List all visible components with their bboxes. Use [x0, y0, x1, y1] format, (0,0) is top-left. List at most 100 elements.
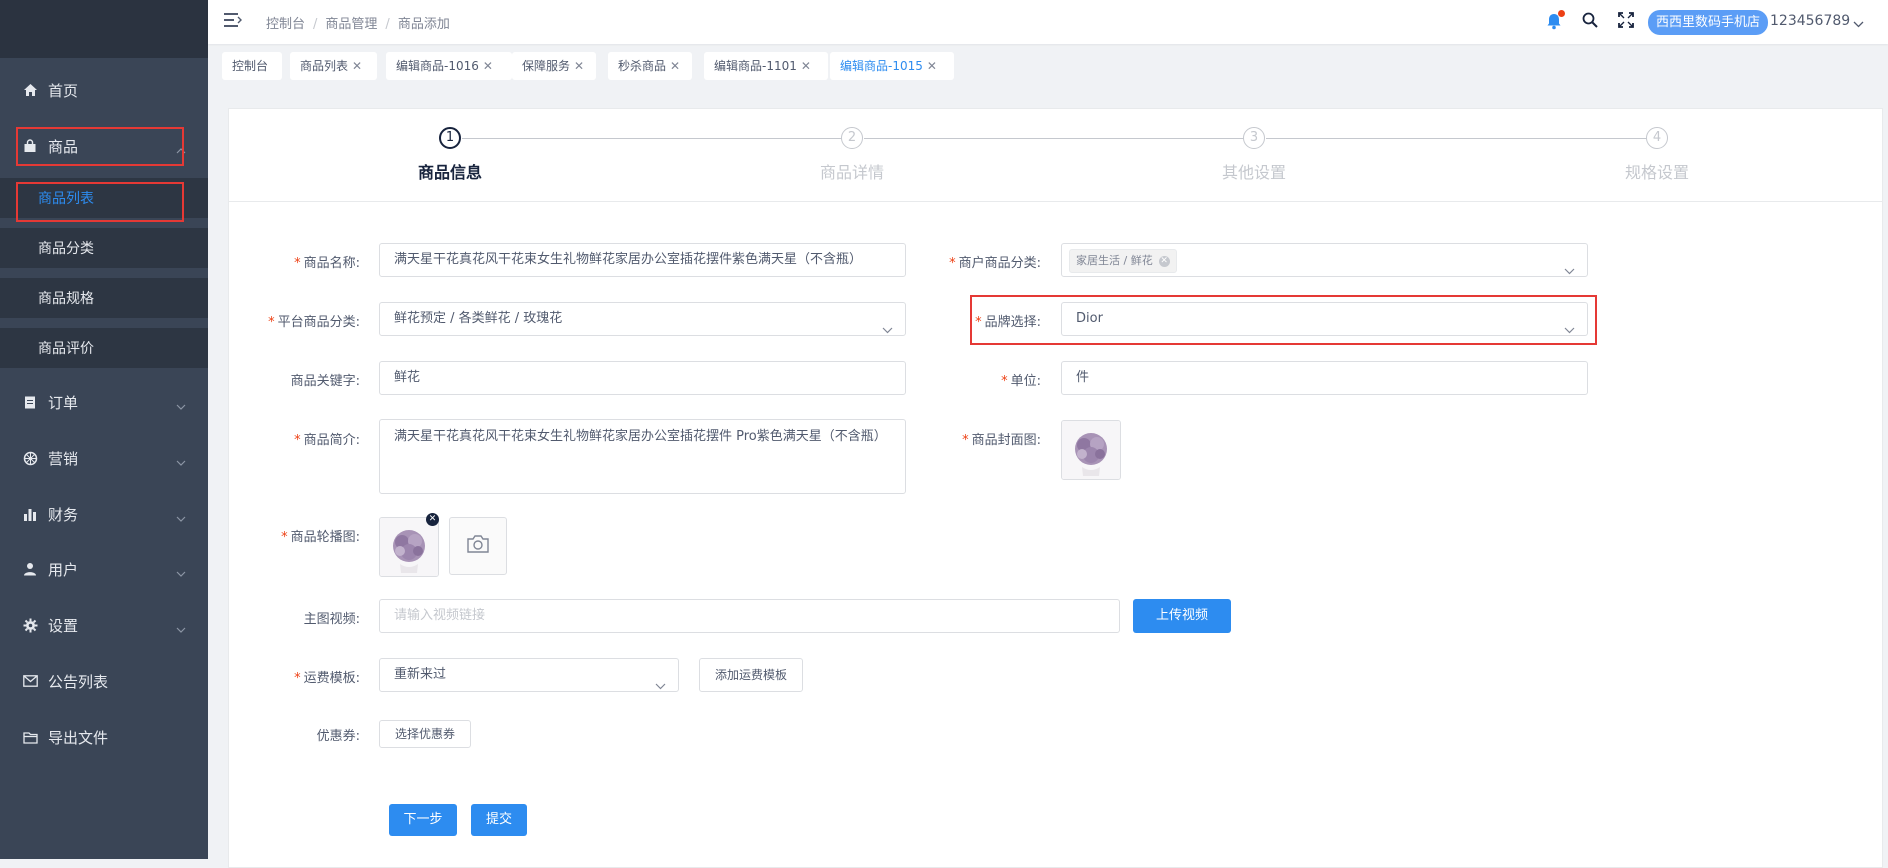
field-label-carousel: * 商品轮播图:: [281, 530, 360, 545]
tab-edit-product-1101[interactable]: 编辑商品-1101 ✕: [704, 52, 828, 80]
step-1-circle[interactable]: 1: [439, 127, 461, 149]
field-label-coupon: 优惠券:: [230, 725, 360, 744]
cover-image[interactable]: [1061, 420, 1121, 480]
field-label-shipping: * 运费模板:: [294, 671, 360, 686]
chevron-down-icon[interactable]: [1853, 16, 1864, 32]
tab-guarantee-service[interactable]: 保障服务 ✕: [512, 52, 596, 80]
flower-image: [380, 518, 438, 576]
steps-divider: [229, 201, 1882, 202]
step-2-label: 商品详情: [819, 163, 884, 182]
submenu-item-product-category[interactable]: 商品分类: [0, 228, 208, 268]
remove-image-icon[interactable]: ✕: [426, 513, 439, 526]
chevron-down-icon: [176, 619, 186, 637]
field-label-unit: * 单位:: [1001, 374, 1041, 389]
menu-toggle-icon[interactable]: [224, 12, 242, 32]
tab-label: 编辑商品-1101: [714, 59, 797, 73]
field-label-merchant-category: * 商户商品分类:: [949, 256, 1041, 271]
step-connector: [864, 138, 1247, 139]
unit-input[interactable]: 件: [1061, 361, 1588, 395]
submit-button[interactable]: 提交: [471, 804, 527, 836]
sidebar-item-orders[interactable]: 订单: [0, 382, 208, 422]
sidebar-item-announcements[interactable]: 公告列表: [0, 661, 208, 701]
tabs-bar: 控制台 商品列表 ✕ 编辑商品-1016 ✕ 保障服务 ✕ 秒杀商品 ✕ 编辑商品-11…: [208, 44, 1888, 88]
tab-edit-product-1016[interactable]: 编辑商品-1016 ✕: [386, 52, 512, 80]
tab-label: 保障服务: [522, 59, 571, 73]
label-text: 运费模板:: [303, 671, 360, 686]
submenu-item-product-review[interactable]: 商品评价: [0, 328, 208, 368]
sidebar-item-finance[interactable]: 财务: [0, 494, 208, 534]
wheel-icon: [22, 450, 38, 466]
product-name-input[interactable]: 满天星干花真花风干花束女生礼物鲜花家居办公室插花摆件紫色满天星（不含瓶）: [379, 243, 906, 277]
tab-label: 商品列表: [300, 59, 349, 73]
sidebar-item-home[interactable]: 首页: [0, 70, 208, 110]
merchant-category-select[interactable]: 家居生活 / 鲜花 ✕: [1061, 243, 1588, 277]
label-text: 商品关键字:: [290, 374, 360, 389]
submenu-item-label: 商品分类: [38, 241, 94, 257]
sidebar-item-label: 营销: [48, 449, 79, 468]
sidebar: 首页 商品 商品列表 商品分类 商品规格 商品评价 订单 营销 财务 用户 设置…: [0, 0, 208, 859]
platform-category-select[interactable]: 鲜花预定 / 各类鲜花 / 玫瑰花: [379, 302, 906, 336]
highlight-box-brand: [970, 295, 1597, 345]
label-text: 商品轮播图:: [290, 530, 360, 545]
shipping-template-select[interactable]: 重新来过: [379, 658, 679, 692]
label-text: 商品名称:: [303, 256, 360, 271]
sidebar-item-label: 首页: [48, 81, 79, 100]
breadcrumb-item[interactable]: 控制台: [266, 17, 305, 32]
store-badge[interactable]: 西西里数码手机店: [1648, 10, 1769, 35]
sidebar-item-label: 订单: [48, 393, 79, 412]
carousel-image[interactable]: [379, 517, 439, 577]
sidebar-item-users[interactable]: 用户: [0, 549, 208, 589]
chevron-down-icon: [176, 563, 186, 581]
notification-dot: [1558, 10, 1565, 17]
tab-product-list[interactable]: 商品列表 ✕: [290, 52, 377, 80]
upload-video-button[interactable]: 上传视频: [1133, 599, 1231, 633]
sidebar-item-settings[interactable]: 设置: [0, 605, 208, 645]
select-value: 鲜花预定 / 各类鲜花 / 玫瑰花: [394, 311, 563, 326]
step-3-label: 其他设置: [1221, 163, 1286, 182]
submenu-item-label: 商品评价: [38, 341, 94, 357]
video-url-input[interactable]: 请输入视频链接: [379, 599, 1120, 633]
step-connector: [1266, 138, 1649, 139]
tab-flash-sale[interactable]: 秒杀商品 ✕: [608, 52, 692, 80]
add-shipping-template-button[interactable]: 添加运费模板: [699, 658, 803, 692]
product-intro-textarea[interactable]: 满天星干花真花风干花束女生礼物鲜花家居办公室插花摆件 Pro紫色满天星（不含瓶）: [379, 419, 906, 494]
bar-chart-icon: [22, 506, 38, 522]
select-value: 重新来过: [394, 667, 447, 682]
close-icon[interactable]: ✕: [483, 59, 493, 73]
label-text: 优惠券:: [316, 729, 360, 744]
keywords-input[interactable]: 鲜花: [379, 361, 906, 395]
next-step-button[interactable]: 下一步: [389, 804, 457, 836]
flower-image: [1062, 421, 1120, 479]
close-icon[interactable]: ✕: [927, 59, 937, 73]
field-label-keywords: 商品关键字:: [230, 370, 360, 389]
submenu-item-product-spec[interactable]: 商品规格: [0, 278, 208, 318]
tab-dashboard[interactable]: 控制台: [222, 52, 282, 80]
close-icon[interactable]: ✕: [352, 59, 362, 73]
sidebar-item-marketing[interactable]: 营销: [0, 438, 208, 478]
label-text: 商户商品分类:: [958, 256, 1041, 271]
breadcrumb-item[interactable]: 商品管理: [325, 17, 377, 32]
upload-image-button[interactable]: [449, 517, 507, 575]
search-icon[interactable]: [1582, 12, 1598, 32]
submenu-item-label: 商品规格: [38, 291, 94, 307]
tab-edit-product-1015[interactable]: 编辑商品-1015 ✕: [830, 52, 954, 80]
close-icon[interactable]: ✕: [670, 59, 680, 73]
close-icon[interactable]: ✕: [801, 59, 811, 73]
close-icon[interactable]: ✕: [574, 59, 584, 73]
username[interactable]: 123456789: [1770, 13, 1850, 29]
tag-close-icon[interactable]: ✕: [1158, 255, 1170, 267]
select-coupon-button[interactable]: 选择优惠券: [379, 720, 471, 748]
step-3-circle[interactable]: 3: [1243, 127, 1265, 149]
mail-icon: [22, 673, 38, 689]
step-4-circle[interactable]: 4: [1646, 127, 1668, 149]
sidebar-item-export[interactable]: 导出文件: [0, 717, 208, 757]
step-2-circle[interactable]: 2: [841, 127, 863, 149]
clipboard-icon: [22, 394, 38, 410]
label-text: 主图视频:: [303, 612, 360, 627]
tag-text: 家居生活 / 鲜花: [1076, 254, 1153, 267]
fullscreen-icon[interactable]: [1618, 12, 1634, 32]
user-icon: [22, 561, 38, 577]
chevron-down-icon: [176, 452, 186, 470]
home-icon: [22, 82, 38, 98]
breadcrumb: 控制台 / 商品管理 / 商品添加: [266, 17, 450, 32]
